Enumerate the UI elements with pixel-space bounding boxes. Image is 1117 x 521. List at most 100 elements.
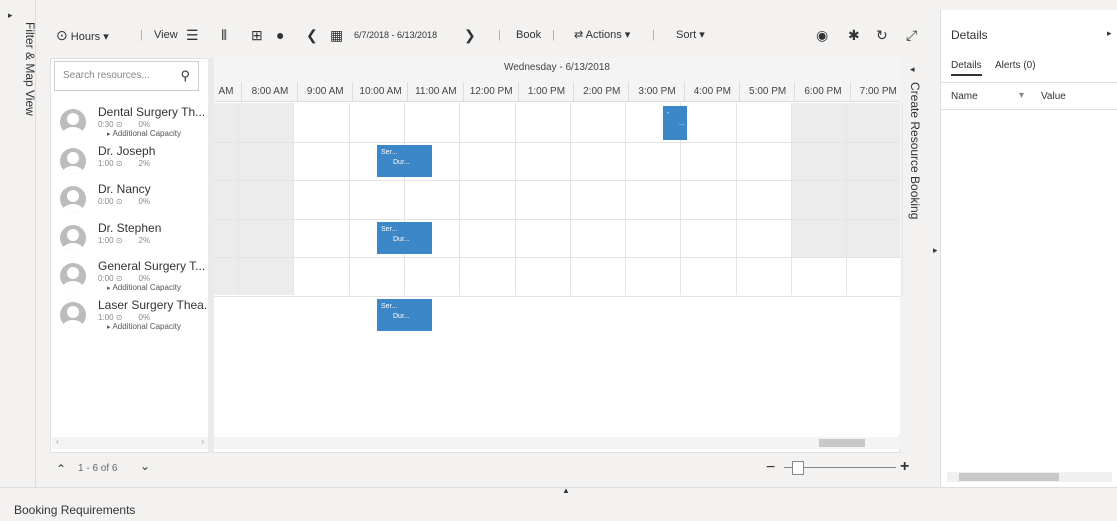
grid-column-line	[514, 103, 516, 295]
swap-icon: ⇄	[574, 29, 584, 41]
create-booking-pane[interactable]: ◂ Create Resource Booking	[900, 58, 932, 453]
grid-column-line	[459, 103, 461, 295]
previous-icon[interactable]: ❮	[306, 20, 318, 50]
tab-alerts[interactable]: Alerts (0)	[995, 60, 1036, 71]
gear-icon[interactable]: ✱	[848, 20, 860, 50]
grid-column-line	[735, 103, 737, 295]
collapse-icon[interactable]: ◂	[910, 64, 915, 75]
sort-dropdown[interactable]: Sort ▾	[676, 20, 705, 50]
expand-up-icon[interactable]: ▲	[562, 486, 570, 495]
grid-row-line	[214, 141, 900, 143]
avatar	[60, 147, 86, 174]
book-button[interactable]: Book	[516, 20, 541, 50]
hour-label: 5:00 PM	[739, 82, 795, 102]
resource-row[interactable]: Laser Surgery Thea...1:00 ⊙0%Additional …	[52, 295, 214, 334]
clock-icon: ⊙	[115, 158, 123, 168]
search-icon[interactable]: ⚲	[180, 62, 190, 90]
toolbar: ⊙ Hours ▾ | View ☰ ⦀ ⊞ ● ❮ ▦ 6/7/2018 - …	[46, 20, 936, 50]
resource-row[interactable]: Dental Surgery Th...0:30 ⊙0%Additional C…	[52, 103, 208, 141]
scroll-thumb[interactable]	[819, 439, 865, 447]
hour-label: 7:00 PM	[849, 82, 906, 102]
clock-icon: ⊙	[115, 274, 123, 283]
zoom-handle[interactable]	[792, 461, 804, 475]
grid-view-icon[interactable]: ⊞	[251, 20, 263, 50]
hour-label: 9:00 AM	[296, 82, 353, 102]
chevron-right-icon[interactable]: ▸	[1107, 28, 1112, 39]
booking-block[interactable]: Ser... Dur...	[377, 299, 432, 331]
booking-requirements-label: Booking Requirements	[14, 503, 136, 517]
calendar-icon[interactable]: ▦	[330, 20, 343, 50]
resource-row[interactable]: Dr. Stephen 1:00 ⊙ 2%	[52, 218, 208, 257]
hour-label: 6:00 PM	[794, 82, 850, 102]
filter-map-panel[interactable]: ▸ Filter & Map View	[0, 0, 37, 487]
refresh-icon[interactable]: ↻	[876, 20, 888, 50]
additional-capacity-toggle[interactable]: Additional Capacity	[107, 129, 180, 138]
tab-details[interactable]: Details	[951, 60, 982, 76]
timeline-grid[interactable]: -... Ser... Dur... Ser... Dur... Ser... Dur...	[214, 103, 903, 435]
map-view-icon[interactable]: ●	[276, 20, 284, 50]
grid-row-line	[214, 180, 900, 181]
resource-utilization: 1:00 ⊙ 2%	[98, 235, 151, 245]
resource-name[interactable]: General Surgery T...	[98, 259, 205, 273]
details-scrollbar[interactable]	[947, 472, 1112, 482]
column-view-icon[interactable]: ⦀	[221, 20, 227, 50]
resource-utilization: 0:00 ⊙ 0%	[98, 197, 151, 206]
expand-details-icon[interactable]: ▸	[933, 245, 938, 256]
details-grid-header: Name ▾ Value	[941, 82, 1117, 110]
expand-filter-icon[interactable]: ▸	[8, 10, 13, 21]
resource-scrollbar[interactable]: ‹ ›	[52, 437, 208, 449]
day-header: Wednesday - 6/13/2018	[503, 62, 610, 73]
actions-dropdown[interactable]: ⇄ Actions ▾	[574, 20, 630, 50]
filter-map-label: Filter & Map View	[23, 22, 37, 116]
resource-name[interactable]: Dr. Stephen	[98, 221, 161, 235]
booking-block[interactable]: Ser... Dur...	[377, 145, 432, 177]
chevron-up-icon[interactable]: ⌃	[56, 462, 66, 476]
column-filter-icon[interactable]: ▾	[1019, 90, 1024, 101]
timeline-scrollbar[interactable]	[214, 437, 900, 449]
avatar	[60, 186, 86, 212]
hours-dropdown[interactable]: ⊙ Hours ▾	[56, 20, 109, 50]
clock-icon: ⊙	[115, 197, 123, 206]
resource-row[interactable]: Dr. Joseph 1:00 ⊙ 2%	[52, 141, 208, 180]
resource-name[interactable]: Dr. Joseph	[98, 144, 155, 158]
additional-capacity-toggle[interactable]: Additional Capacity	[107, 322, 180, 331]
board-footer: ⌃ 1 - 6 of 6 ⌄ − +	[50, 456, 909, 482]
resource-name[interactable]: Dental Surgery Th...	[98, 105, 205, 119]
hour-label: AM	[218, 86, 234, 97]
grid-column-line	[846, 103, 848, 295]
booking-requirements-bar[interactable]: ▲ Booking Requirements	[0, 486, 1117, 521]
list-view-icon[interactable]: ☰	[186, 20, 199, 50]
additional-capacity-toggle[interactable]: Additional Capacity	[107, 283, 180, 292]
eye-icon[interactable]: ◉	[816, 20, 828, 50]
chevron-down-icon[interactable]: ⌄	[140, 459, 150, 473]
clock-icon: ⊙	[115, 235, 123, 245]
resource-name[interactable]: Dr. Nancy	[98, 182, 151, 196]
clock-icon: ⊙	[115, 120, 123, 129]
resource-name[interactable]: Laser Surgery Thea...	[98, 298, 214, 312]
date-range[interactable]: 6/7/2018 - 6/13/2018	[354, 20, 437, 50]
hour-label: 12:00 PM	[462, 82, 519, 102]
non-working-hours	[214, 180, 294, 219]
details-panel: Details ▸ Details Alerts (0) Name ▾ Valu…	[940, 10, 1117, 487]
zoom-in-icon[interactable]: +	[900, 458, 909, 476]
non-working-hours	[850, 103, 900, 142]
column-name[interactable]: Name	[951, 91, 978, 102]
hour-label: 3:00 PM	[628, 82, 684, 102]
resource-utilization: 0:00 ⊙ 0%	[98, 274, 151, 283]
expand-icon[interactable]: ⤢	[906, 20, 917, 50]
zoom-out-icon[interactable]: −	[766, 459, 775, 477]
booking-block[interactable]: Ser... Dur...	[377, 222, 432, 254]
grid-column-line	[293, 103, 295, 295]
column-value[interactable]: Value	[1041, 91, 1066, 102]
next-icon[interactable]: ❯	[464, 20, 476, 50]
avatar	[60, 224, 86, 251]
booking-block[interactable]: -...	[663, 106, 687, 140]
resource-row[interactable]: General Surgery T...0:00 ⊙0%Additional C…	[52, 257, 208, 295]
details-title: Details	[951, 28, 988, 42]
search-input[interactable]: Search resources... ⚲	[54, 61, 199, 91]
grid-column-line	[348, 103, 350, 295]
resource-row[interactable]: Dr. Nancy 0:00 ⊙ 0%	[52, 180, 208, 218]
grid-column-line	[569, 103, 571, 295]
clock-icon: ⊙	[56, 27, 68, 43]
avatar	[60, 301, 86, 328]
